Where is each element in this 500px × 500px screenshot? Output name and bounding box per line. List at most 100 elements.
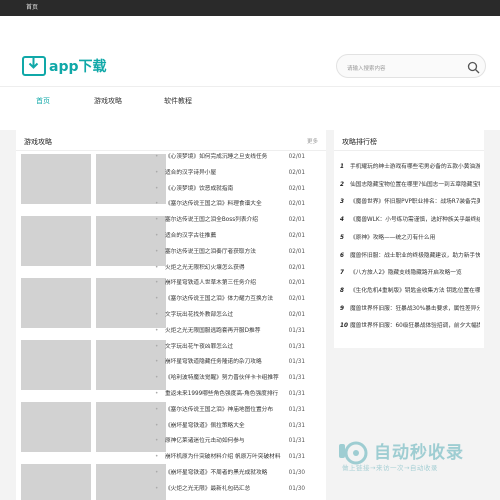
- ranking-item[interactable]: 8 《生化危机4重制版》钥匙金收集方法 钥匙位置在哪里: [340, 284, 480, 300]
- article-item[interactable]: • 《塞尔达传说王国之泪》料理食谱大全 02/01: [155, 197, 305, 213]
- article-title[interactable]: 《塞尔达传说王国之泪》神庙地图位置分布: [165, 403, 285, 419]
- ranking-title[interactable]: 魔兽怀旧服：战士职业的终极隐藏建议，助力新手快速上手: [350, 249, 480, 265]
- ranking-title[interactable]: 《生化危机4重制版》钥匙金收集方法 钥匙位置在哪里: [350, 284, 480, 300]
- article-item[interactable]: • 火炬之光无限国服逃跑套再开服D推荐 01/31: [155, 324, 305, 340]
- thumbnail-image[interactable]: [21, 216, 91, 266]
- search-box: [336, 54, 486, 80]
- article-date: 01/31: [288, 391, 305, 397]
- article-title[interactable]: 原神亿莱诸迷位元击动如何参与: [165, 434, 285, 450]
- article-item[interactable]: • 《塞尔达传说王国之泪》体力耀力互换方法 02/01: [155, 292, 305, 308]
- ranking-title[interactable]: 《八方旅人2》隐藏支线隐藏路开启攻略一览: [350, 266, 480, 282]
- article-item[interactable]: • 重返未来1999哪些角色强度高-角色强度排行 01/31: [155, 387, 305, 403]
- search-input[interactable]: [337, 58, 457, 80]
- site-logo[interactable]: app下载: [22, 56, 107, 76]
- rank-number: 7: [340, 270, 344, 277]
- ranking-item[interactable]: 9 魔兽世界怀旧服：狂暴战30%暴击要求，属性差异分析: [340, 302, 480, 318]
- article-title[interactable]: 文字玩出花午夜凶罪怎么过: [165, 340, 285, 356]
- article-item[interactable]: • 适合的汉字诗异小屋 02/01: [155, 166, 305, 182]
- rank-number: 10: [340, 323, 348, 330]
- bullet-icon: •: [155, 217, 159, 224]
- article-item[interactable]: • 《心渓梦境》饮恶成就指南 02/01: [155, 182, 305, 198]
- article-item[interactable]: • 崩坏星穹铁道隐藏任务隆诺的杂刀攻略 01/31: [155, 355, 305, 371]
- ranking-item[interactable]: 4 《魔兽WLK：小号练功需谨慎，选好种族关乎最终结局》: [340, 213, 480, 229]
- article-title[interactable]: 《崩坏星穹铁道》佩拉策略大全: [165, 419, 285, 435]
- article-item[interactable]: • 《塞尔达传说王国之泪》神庙地图位置分布 01/31: [155, 403, 305, 419]
- ranking-item[interactable]: 2 仙国志隐藏宝物位置在哪里?仙国志一到五章隐藏宝物位置大全: [340, 178, 480, 194]
- more-link[interactable]: 更多: [307, 137, 318, 145]
- article-item[interactable]: • 塞尔达传说王国之泪奏厅者获取方法 02/01: [155, 245, 305, 261]
- article-title[interactable]: 《塞尔达传说王国之泪》体力耀力互换方法: [165, 292, 285, 308]
- article-item[interactable]: • 崩坏机原为什突破材料介绍 帆原万叶突破材料 01/31: [155, 450, 305, 466]
- article-title[interactable]: 塞尔达传说王国之泪奏厅者获取方法: [165, 245, 285, 261]
- ranking-item[interactable]: 7 《八方旅人2》隐藏支线隐藏路开启攻略一览: [340, 266, 480, 282]
- article-item[interactable]: • 原神亿莱诸迷位元击动如何参与 01/31: [155, 434, 305, 450]
- article-title[interactable]: 崩坏机原为什突破材料介绍 帆原万叶突破材料: [165, 450, 285, 466]
- ranking-title[interactable]: 《魔兽WLK：小号练功需谨慎，选好种族关乎最终结局》: [350, 213, 480, 229]
- main-nav: 首页 游戏攻略 软件教程: [0, 86, 500, 131]
- thumbnail-image[interactable]: [21, 278, 91, 328]
- article-date: 02/01: [288, 217, 305, 224]
- bullet-icon: •: [155, 359, 159, 366]
- article-title[interactable]: 《心渓梦境》饮恶成就指南: [165, 182, 285, 198]
- article-item[interactable]: • 《崩坏星穹铁道》不周者的黑光成就攻略 01/30: [155, 466, 305, 482]
- ranking-title[interactable]: 魔兽世界怀旧服：狂暴战30%暴击要求，属性差异分析: [350, 302, 480, 318]
- article-title[interactable]: 《火炬之光无限》最新礼包码汇总: [165, 482, 285, 498]
- article-item[interactable]: • 《心渓梦境》如何完成沉睡之旦支线任务 02/01: [155, 150, 305, 166]
- ranking-item[interactable]: 1 手机耀玩的绅士游戏有哪些宅男必备的五款小黄油游戏推荐: [340, 160, 480, 176]
- ranking-title[interactable]: 《魔兽世界》怀旧服PVP职业排名：战场R7装备完美解析: [350, 195, 480, 211]
- search-icon[interactable]: [467, 59, 480, 78]
- bullet-icon: •: [155, 296, 159, 303]
- article-title[interactable]: 适合的汉字诗异小屋: [165, 166, 285, 182]
- ranking-item[interactable]: 5 《原神》攻略——统之刃有什么用: [340, 231, 480, 247]
- article-item[interactable]: • 《火炬之光无限》最新礼包码汇总 01/30: [155, 482, 305, 498]
- article-title[interactable]: 塞尔达传说王国之泪全Boss列表介绍: [165, 213, 285, 229]
- thumbnail-image[interactable]: [21, 154, 91, 204]
- article-title[interactable]: 崩坏星穹铁道人世草木第三任务介绍: [165, 276, 285, 292]
- article-item[interactable]: • 《崩坏星穹铁道》佩拉策略大全 01/31: [155, 419, 305, 435]
- thumbnail-image[interactable]: [21, 402, 91, 452]
- ranking-item[interactable]: 10魔兽世界怀旧服：60级狂暴战体验招调，前夕大幅提升之谜: [340, 319, 480, 335]
- article-date: 01/31: [288, 438, 305, 445]
- bullet-icon: •: [155, 485, 159, 492]
- article-title[interactable]: 《崩坏星穹铁道》不周者的黑光成就攻略: [165, 466, 285, 482]
- article-item[interactable]: • 《哈利波特魔法觉醒》努力晋伙伴卡卡组推荐 01/31: [155, 371, 305, 387]
- topbar-home-link[interactable]: 首页: [26, 4, 38, 11]
- article-title[interactable]: 《塞尔达传说王国之泪》料理食谱大全: [165, 197, 285, 213]
- panel-title: 攻略排行榜: [342, 138, 377, 146]
- article-item[interactable]: • 适合的汉字古往推薦 02/01: [155, 229, 305, 245]
- rank-number: 8: [340, 287, 344, 294]
- article-item[interactable]: • 崩坏星穹铁道人世草木第三任务介绍 02/01: [155, 276, 305, 292]
- article-item[interactable]: • 文字玩出花午夜凶罪怎么过 01/31: [155, 340, 305, 356]
- ranking-title[interactable]: 魔兽世界怀旧服：60级狂暴战体验招调，前夕大幅提升之谜: [350, 319, 480, 335]
- article-title[interactable]: 适合的汉字古往推薦: [165, 229, 285, 245]
- ranking-title[interactable]: 手机耀玩的绅士游戏有哪些宅男必备的五款小黄油游戏推荐: [350, 160, 480, 176]
- ranking-item[interactable]: 3 《魔兽世界》怀旧服PVP职业排名：战场R7装备完美解析: [340, 195, 480, 211]
- article-title[interactable]: 火炬之光无限积幻火壤怎么获得: [165, 261, 285, 277]
- bullet-icon: •: [155, 343, 159, 350]
- bullet-icon: •: [155, 233, 159, 239]
- ranking-item[interactable]: 6 魔兽怀旧服：战士职业的终极隐藏建议，助力新手快速上手: [340, 249, 480, 265]
- ranking-title[interactable]: 仙国志隐藏宝物位置在哪里?仙国志一到五章隐藏宝物位置大全: [350, 178, 480, 194]
- article-title[interactable]: 文字玩出花找外教部怎么过: [165, 308, 285, 324]
- article-item[interactable]: • 火炬之光无限积幻火壤怎么获得 02/01: [155, 261, 305, 277]
- thumbnail-image[interactable]: [21, 340, 91, 390]
- bullet-icon: •: [155, 264, 159, 271]
- article-title[interactable]: 《哈利波特魔法觉醒》努力晋伙伴卡卡组推荐: [165, 371, 285, 387]
- divider: [334, 150, 484, 151]
- article-title[interactable]: 《心渓梦境》如何完成沉睡之旦支线任务: [165, 150, 285, 166]
- article-item[interactable]: • 塞尔达传说王国之泪全Boss列表介绍 02/01: [155, 213, 305, 229]
- article-date: 02/01: [288, 312, 305, 318]
- article-title[interactable]: 崩坏星穹铁道隐藏任务隆诺的杂刀攻略: [165, 355, 285, 371]
- article-title[interactable]: 火炬之光无限国服逃跑套再开服D推荐: [165, 324, 285, 340]
- article-date: 01/31: [288, 359, 305, 366]
- article-date: 02/01: [288, 248, 305, 255]
- article-item[interactable]: • 文字玩出花找外教部怎么过 02/01: [155, 308, 305, 324]
- nav-home[interactable]: 首页: [36, 87, 50, 131]
- rank-number: 2: [340, 181, 344, 188]
- article-date: 02/01: [288, 280, 305, 287]
- article-title[interactable]: 重返未来1999哪些角色强度高-角色强度排行: [165, 387, 285, 403]
- thumbnail-image[interactable]: [21, 464, 91, 500]
- nav-software-tutorials[interactable]: 软件教程: [164, 87, 192, 131]
- ranking-title[interactable]: 《原神》攻略——统之刃有什么用: [350, 231, 480, 247]
- nav-game-guides[interactable]: 游戏攻略: [94, 87, 122, 131]
